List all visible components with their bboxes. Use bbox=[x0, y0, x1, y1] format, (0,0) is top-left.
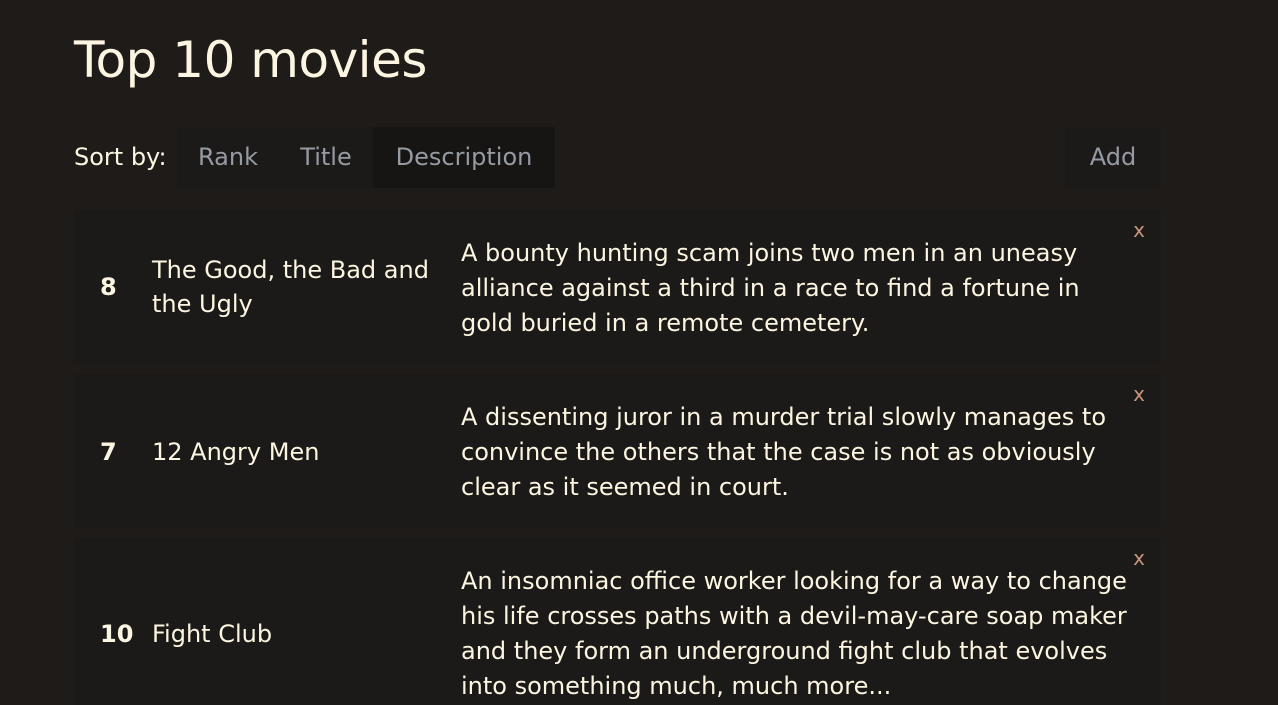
movie-description: An insomniac office worker looking for a… bbox=[461, 567, 1127, 700]
movie-rank: 7 bbox=[100, 438, 117, 466]
sort-by-title-button[interactable]: Title bbox=[279, 127, 373, 188]
movie-list-page: Top 10 movies Sort by: Rank Title Descri… bbox=[0, 0, 1278, 705]
remove-button[interactable]: x bbox=[1133, 544, 1145, 572]
movie-row: 8 The Good, the Bad and the Ugly A bount… bbox=[74, 210, 1161, 363]
sort-toolbar: Sort by: Rank Title Description Add bbox=[74, 127, 1161, 188]
add-button[interactable]: Add bbox=[1065, 127, 1161, 188]
movie-row: 10 Fight Club An insomniac office worker… bbox=[74, 538, 1161, 705]
movie-title: The Good, the Bad and the Ugly bbox=[152, 256, 429, 318]
page-title: Top 10 movies bbox=[74, 31, 427, 89]
sort-by-rank-button[interactable]: Rank bbox=[177, 127, 279, 188]
movie-description: A bounty hunting scam joins two men in a… bbox=[461, 239, 1080, 337]
remove-button[interactable]: x bbox=[1133, 380, 1145, 408]
movie-title: 12 Angry Men bbox=[152, 438, 320, 466]
sort-by-description-button[interactable]: Description bbox=[373, 127, 555, 188]
movie-rank: 10 bbox=[100, 620, 134, 648]
movie-row: 7 12 Angry Men A dissenting juror in a m… bbox=[74, 374, 1161, 527]
remove-button[interactable]: x bbox=[1133, 216, 1145, 244]
movie-title: Fight Club bbox=[152, 620, 273, 648]
movie-description: A dissenting juror in a murder trial slo… bbox=[461, 403, 1107, 501]
sort-label: Sort by: bbox=[74, 143, 167, 171]
movie-rank: 8 bbox=[100, 273, 117, 301]
